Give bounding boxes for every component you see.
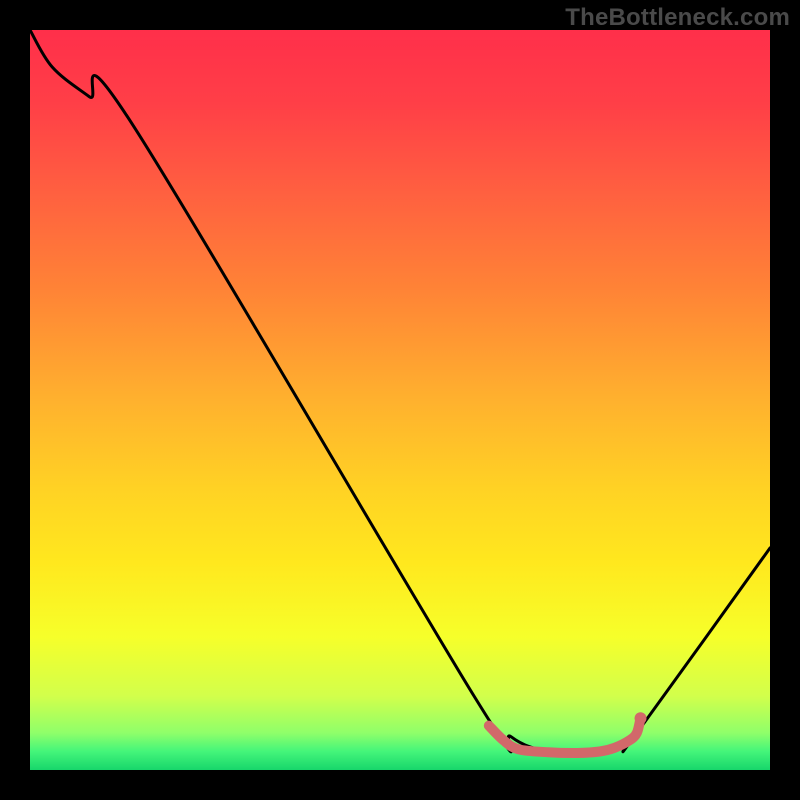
chart-svg xyxy=(30,30,770,770)
gradient-background xyxy=(30,30,770,770)
plot-area xyxy=(30,30,770,770)
chart-stage: TheBottleneck.com xyxy=(0,0,800,800)
watermark-text: TheBottleneck.com xyxy=(565,4,790,32)
valley-end-dot xyxy=(635,712,647,724)
